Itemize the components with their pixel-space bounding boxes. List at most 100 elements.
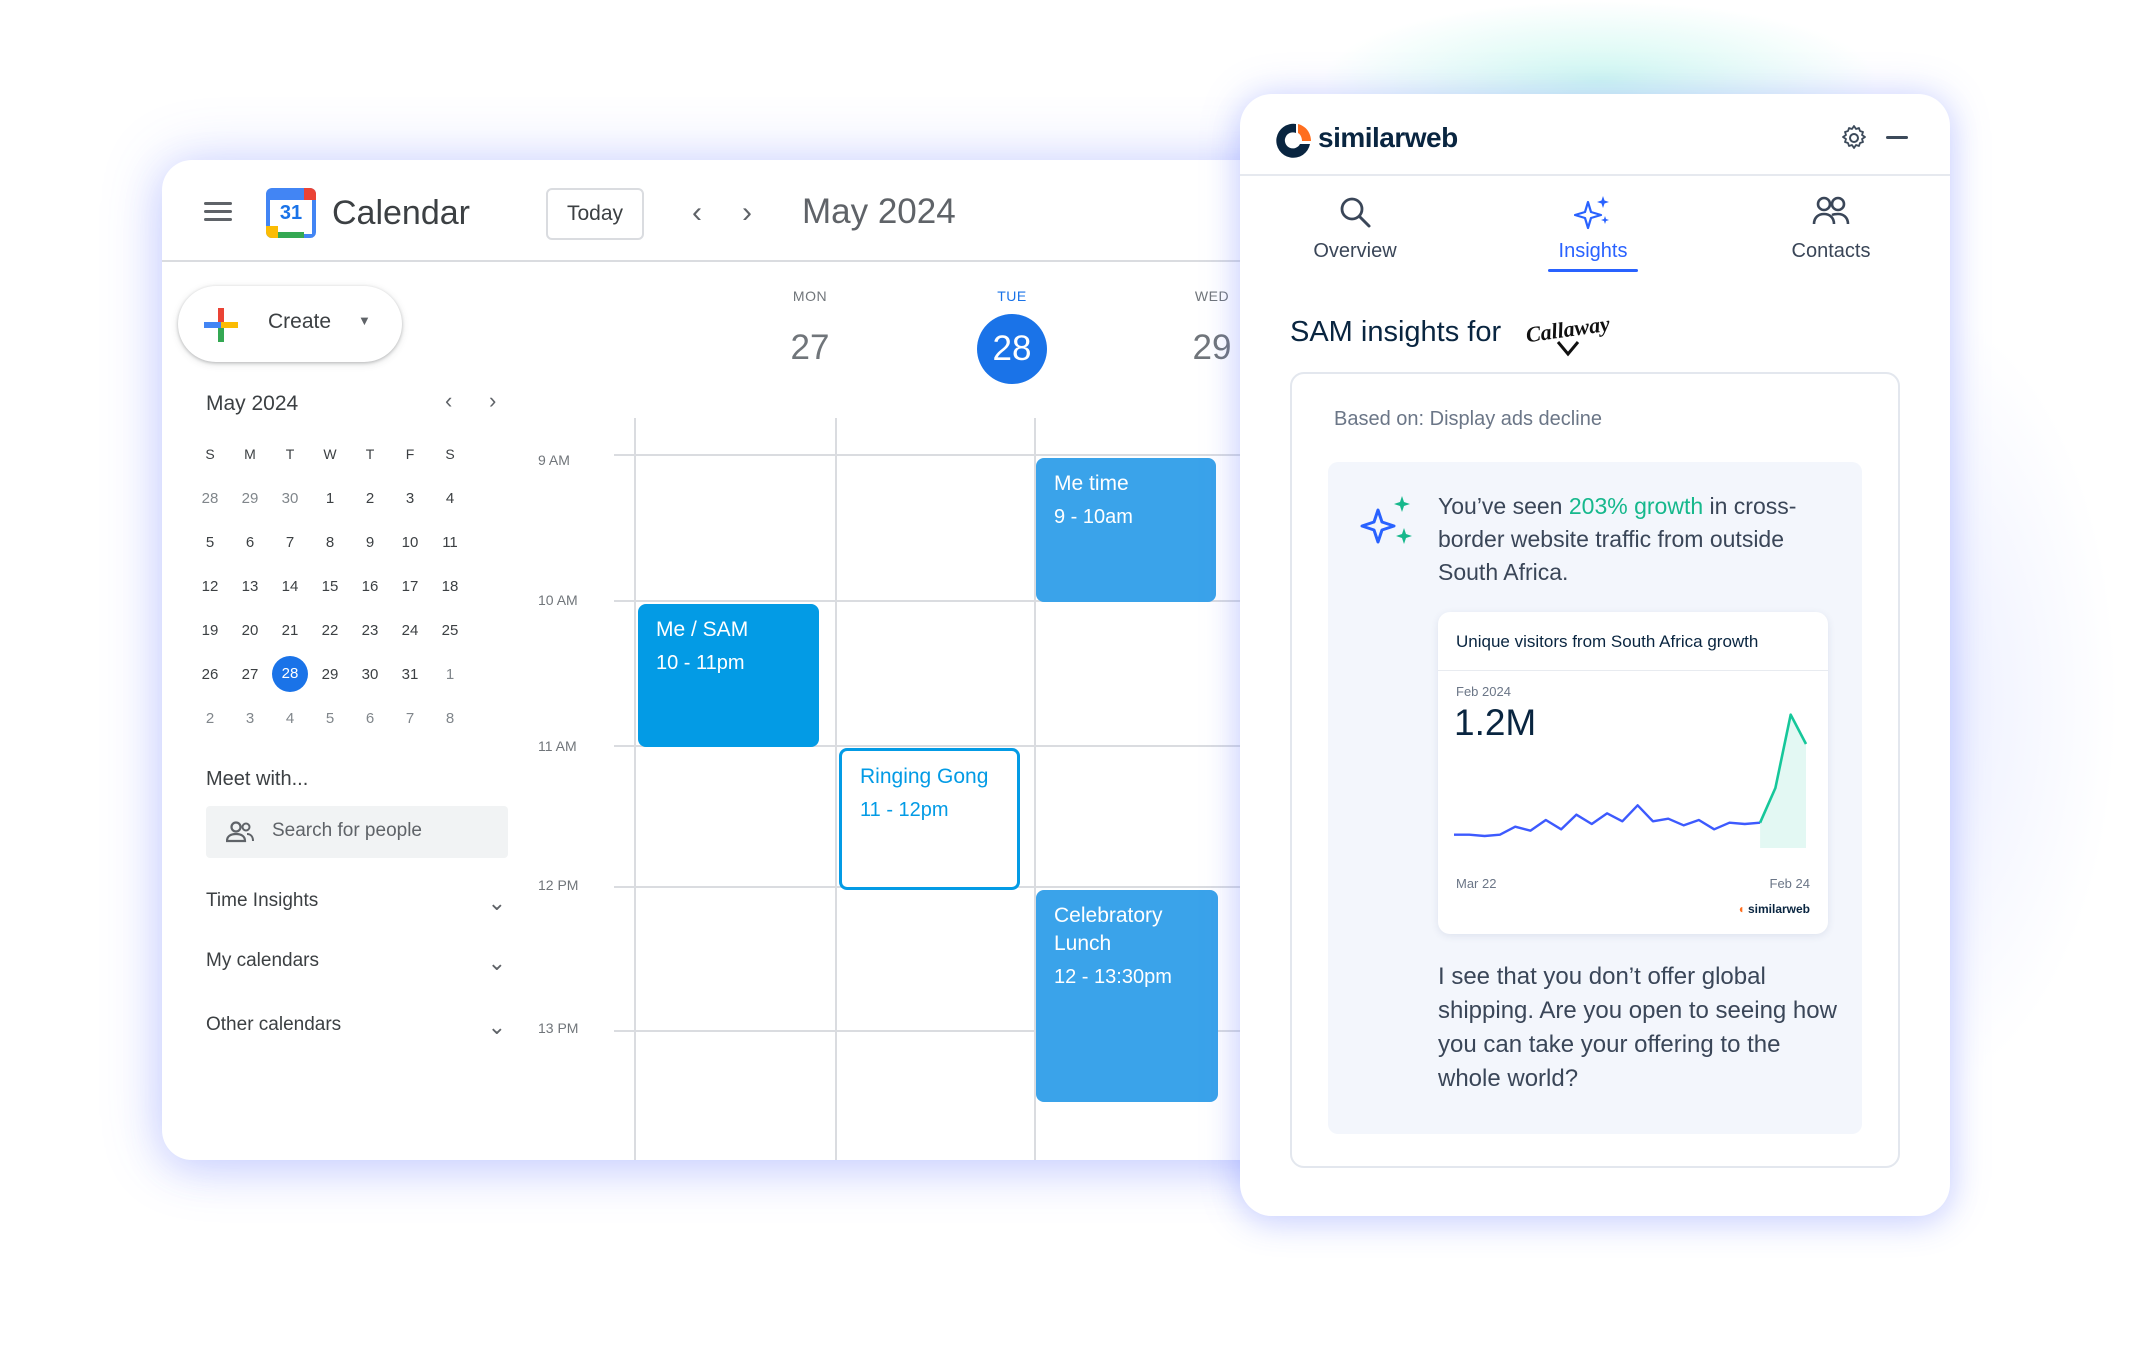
event-time: 10 - 11pm [656, 652, 745, 674]
growth-area [1760, 714, 1806, 848]
mini-day[interactable]: 3 [390, 490, 430, 507]
mini-day[interactable]: 30 [270, 490, 310, 507]
mini-day[interactable]: 6 [350, 710, 390, 727]
tab-insights[interactable]: Insights [1518, 194, 1668, 272]
chart-title: Unique visitors from South Africa growth [1456, 632, 1759, 651]
tab-overview[interactable]: Overview [1280, 194, 1430, 263]
chevron-right-icon[interactable]: › [732, 196, 762, 230]
time-label: 13 PM [538, 1020, 579, 1036]
chart-x-end: Feb 24 [1769, 876, 1810, 891]
time-label: 10 AM [538, 592, 578, 608]
mini-day[interactable]: 8 [430, 710, 470, 727]
chevron-down-icon[interactable]: ⌄ [488, 950, 506, 976]
similarweb-mini-logo-icon: ◖ [1737, 902, 1745, 916]
column-divider [634, 418, 636, 1160]
google-calendar-logo: 31 [266, 188, 316, 238]
column-divider [835, 418, 837, 1160]
mini-day[interactable]: 11 [430, 534, 470, 551]
mini-day[interactable]: 9 [350, 534, 390, 551]
mini-day[interactable]: 5 [310, 710, 350, 727]
visitors-line-chart [1454, 713, 1808, 848]
mini-day[interactable]: 18 [430, 578, 470, 595]
weekday-label: S [445, 446, 455, 462]
minimize-icon[interactable] [1886, 136, 1908, 139]
mini-day[interactable]: 4 [270, 710, 310, 727]
mini-day[interactable]: 24 [390, 622, 430, 639]
mini-day[interactable]: 8 [310, 534, 350, 551]
event-celebratory-lunch[interactable]: Celebratory Lunch 12 - 13:30pm [1036, 890, 1218, 1102]
time-label: 12 PM [538, 877, 579, 893]
mini-day[interactable]: 17 [390, 578, 430, 595]
chevron-left-icon[interactable]: ‹ [682, 196, 712, 230]
tab-contacts[interactable]: Contacts [1756, 194, 1906, 263]
mini-day[interactable]: 12 [190, 578, 230, 595]
event-ringing-gong[interactable]: Ringing Gong 11 - 12pm [839, 748, 1020, 890]
chevron-right-icon[interactable]: › [489, 388, 496, 414]
mini-day[interactable]: 2 [350, 490, 390, 507]
search-people-input[interactable]: Search for people [206, 806, 508, 858]
mini-day[interactable]: 6 [230, 534, 270, 551]
insight-text-pre: You’ve seen [1438, 493, 1569, 519]
create-button[interactable]: Create ▼ [178, 286, 402, 362]
event-title: Me / SAM [656, 618, 749, 641]
event-time: 11 - 12pm [860, 799, 949, 821]
mini-day[interactable]: 26 [190, 666, 230, 683]
mini-day[interactable]: 13 [230, 578, 270, 595]
mini-day-selected[interactable]: 28 [270, 656, 310, 692]
mini-day[interactable]: 30 [350, 666, 390, 683]
day-header-tue[interactable]: TUE 28 [942, 288, 1082, 384]
mini-day[interactable]: 4 [430, 490, 470, 507]
mini-day[interactable]: 29 [230, 490, 270, 507]
mini-day[interactable]: 10 [390, 534, 430, 551]
mini-day[interactable]: 7 [270, 534, 310, 551]
day-of-week: MON [792, 288, 828, 304]
day-header-mon[interactable]: MON 27 [740, 288, 880, 382]
chart-brand-label: similarweb [1747, 902, 1810, 916]
mini-day[interactable]: 31 [390, 666, 430, 683]
plus-icon [204, 308, 238, 342]
mini-day[interactable]: 19 [190, 622, 230, 639]
mini-day[interactable]: 14 [270, 578, 310, 595]
mini-day[interactable]: 16 [350, 578, 390, 595]
mini-day[interactable]: 2 [190, 710, 230, 727]
tab-label: Insights [1558, 240, 1628, 262]
calendar-window: 31 Calendar Today ‹ › May 2024 Create ▼ … [162, 160, 1302, 1160]
mini-day[interactable]: 25 [430, 622, 470, 639]
mini-day[interactable]: 20 [230, 622, 270, 639]
mini-calendar-grid: S M T W T F S 28 29 30 1 2 3 4 5 6 7 8 9 10 11 12 13 14 15 16 17 18… [190, 432, 470, 740]
day-of-week: TUE [997, 288, 1027, 304]
event-time: 9 - 10am [1054, 506, 1133, 528]
mini-day[interactable]: 27 [230, 666, 270, 683]
time-label: 11 AM [538, 738, 577, 754]
mini-day[interactable]: 3 [230, 710, 270, 727]
weekday-label: S [205, 446, 215, 462]
section-my-calendars[interactable]: My calendars ⌄ [206, 950, 506, 980]
svg-text:Callaway: Callaway [1524, 311, 1611, 348]
chevron-left-icon[interactable]: ‹ [445, 388, 452, 414]
today-button[interactable]: Today [546, 188, 644, 240]
event-me-sam[interactable]: Me / SAM 10 - 11pm [638, 604, 819, 747]
mini-day[interactable]: 23 [350, 622, 390, 639]
section-other-calendars[interactable]: Other calendars ⌄ [206, 1014, 506, 1044]
active-tab-indicator [1548, 269, 1638, 272]
similarweb-panel: similarweb Overview Insights Contacts SA… [1240, 94, 1950, 1216]
chevron-down-icon[interactable]: ⌄ [488, 1014, 506, 1040]
mini-day[interactable]: 5 [190, 534, 230, 551]
today-day-number: 28 [977, 314, 1047, 384]
insight-text: You’ve seen 203% growth in cross-border … [1438, 490, 1848, 589]
mini-day[interactable]: 15 [310, 578, 350, 595]
mini-day[interactable]: 29 [310, 666, 350, 683]
menu-icon[interactable] [204, 202, 232, 222]
caret-down-icon: ▼ [358, 313, 371, 328]
gear-icon[interactable] [1840, 124, 1868, 152]
mini-day[interactable]: 1 [310, 490, 350, 507]
mini-day[interactable]: 21 [270, 622, 310, 639]
mini-day-number: 28 [272, 656, 308, 692]
chevron-down-icon[interactable]: ⌄ [488, 890, 506, 916]
event-me-time[interactable]: Me time 9 - 10am [1036, 458, 1216, 602]
mini-day[interactable]: 1 [430, 666, 470, 683]
mini-day[interactable]: 22 [310, 622, 350, 639]
mini-day[interactable]: 28 [190, 490, 230, 507]
section-time-insights[interactable]: Time Insights ⌄ [206, 890, 506, 920]
mini-day[interactable]: 7 [390, 710, 430, 727]
